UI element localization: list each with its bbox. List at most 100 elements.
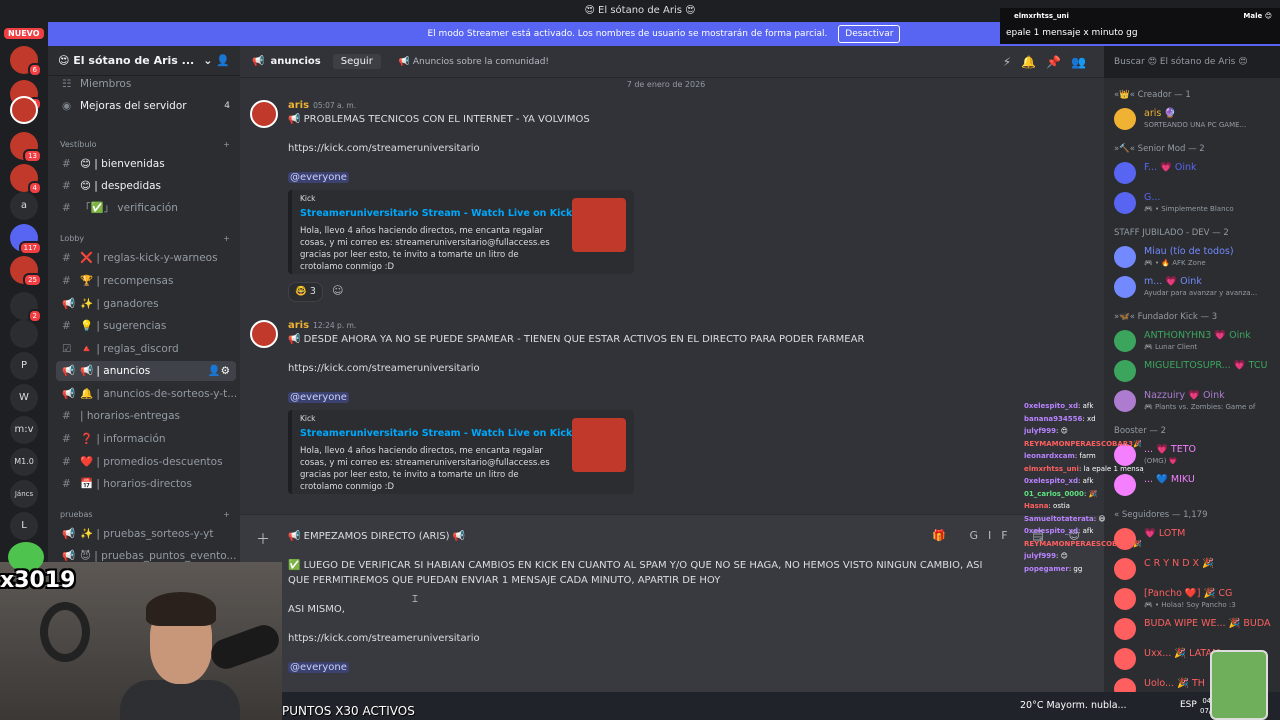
everyone-mention[interactable]: @everyone: [288, 662, 349, 673]
sidebar-item-members[interactable]: ☷ Miembros: [56, 74, 236, 94]
composer-line[interactable]: ✅ LUEGO DE VERIFICAR SI HABIAN CAMBIOS E…: [288, 560, 982, 571]
avatar[interactable]: [1114, 648, 1136, 670]
avatar[interactable]: [1114, 108, 1136, 130]
server-icon[interactable]: 117: [10, 224, 42, 255]
reaction-button[interactable]: 🤓 3: [288, 282, 323, 302]
sidebar-item-anuncios[interactable]: 📢 📢 | anuncios 👤⚙: [56, 361, 236, 381]
sidebar-item-promedios[interactable]: # ❤️ | promedios-descuentos: [56, 452, 236, 472]
sidebar-item-label: 💡 | sugerencias: [80, 320, 167, 332]
sidebar-item-horarios-directos[interactable]: # 📅 | horarios-directos: [56, 474, 236, 494]
server-header[interactable]: 😍 El sótano de Aris ... ⌄ 👤: [48, 46, 240, 76]
sidebar-item-bienvenidas[interactable]: # 😊 | bienvenidas: [56, 154, 236, 174]
streamer-mode-text: El modo Streamer está activado. Los nomb…: [427, 29, 828, 39]
deactivate-streamer-button[interactable]: Desactivar: [838, 25, 901, 43]
server-icon[interactable]: a: [10, 192, 38, 220]
server-icon[interactable]: m:v: [10, 416, 38, 444]
message-link[interactable]: https://kick.com/streameruniversitario: [288, 143, 480, 154]
message-link[interactable]: https://kick.com/streameruniversitario: [288, 363, 480, 374]
add-channel-icon[interactable]: +: [223, 510, 230, 519]
mention-badge: 13: [23, 149, 42, 163]
announcement-icon: 📢: [62, 528, 76, 540]
server-icon[interactable]: 4: [10, 164, 42, 195]
avatar[interactable]: [1114, 360, 1136, 382]
server-icon[interactable]: P: [10, 352, 38, 380]
announcement-icon: 📢: [62, 298, 76, 310]
server-icon[interactable]: M1.0: [10, 448, 38, 476]
sidebar-item-horarios-entregas[interactable]: # | horarios-entregas: [56, 406, 236, 426]
add-channel-icon[interactable]: +: [223, 234, 230, 243]
message-composer[interactable]: ＋ 📢 EMPEZAMOS DIRECTO (ARIS) 📢 ✅ LUEGO D…: [240, 514, 1104, 692]
server-icon[interactable]: W: [10, 384, 38, 412]
avatar[interactable]: [250, 320, 278, 348]
settings-icon[interactable]: 👤⚙: [208, 361, 231, 381]
member-item[interactable]: ANTHONYHN3 💗 Oink 🎮 Lunar Client: [1114, 328, 1276, 356]
sidebar-item-recompensas[interactable]: # 🏆 | recompensas: [56, 271, 236, 291]
embed-thumbnail[interactable]: [572, 418, 626, 472]
sidebar-item-label: Miembros: [80, 78, 132, 90]
member-item[interactable]: Miau (tío de todos) 🎮 • 🔥 AFK Zone: [1114, 244, 1276, 272]
server-icon[interactable]: 13: [10, 132, 42, 163]
member-item[interactable]: G... 🎮 • Simplemente Blanco: [1114, 190, 1276, 218]
avatar[interactable]: [1114, 246, 1136, 268]
sidebar-item-anuncios-sorteos[interactable]: 📢 🔔 | anuncios-de-sorteos-y-t...: [56, 384, 236, 404]
sidebar-item-boosts[interactable]: ◉ Mejoras del servidor 4: [56, 96, 236, 116]
member-item[interactable]: aris 🔮 SORTEANDO UNA PC GAME...: [1114, 106, 1276, 134]
announcement-icon: 📢: [62, 388, 76, 400]
add-channel-icon[interactable]: +: [223, 140, 230, 149]
author-name[interactable]: aris: [288, 320, 309, 331]
add-reaction-icon[interactable]: ☺: [332, 282, 343, 302]
member-item[interactable]: m... 💗 Oink Ayudar para avanzar y avanza.…: [1114, 274, 1276, 302]
language-indicator[interactable]: ESP: [1180, 700, 1197, 710]
avatar[interactable]: [1114, 330, 1136, 352]
sidebar-item-despedidas[interactable]: # 😊 | despedidas: [56, 176, 236, 196]
member-item[interactable]: F... 💗 Oink: [1114, 160, 1276, 188]
server-icon[interactable]: L: [10, 512, 38, 540]
chat-line: REYMAMONPERAESCOBAR3🎉: [1024, 438, 1144, 451]
category-vestibulo[interactable]: Vestíbulo +: [60, 140, 230, 149]
search-input[interactable]: Buscar 😍 El sótano de Aris 😍: [1108, 52, 1276, 72]
composer-line[interactable]: 📢 EMPEZAMOS DIRECTO (ARIS) 📢: [288, 531, 465, 542]
rules-icon: ☑: [62, 343, 72, 355]
author-name[interactable]: aris: [288, 100, 309, 111]
folder-icon[interactable]: [10, 320, 38, 348]
chat-text: : gg: [1068, 564, 1083, 573]
sidebar-item-sugerencias[interactable]: # 💡 | sugerencias: [56, 316, 236, 336]
embed-thumbnail[interactable]: [572, 198, 626, 252]
everyone-mention[interactable]: @everyone: [288, 392, 349, 403]
member-name: BUDA WIPE WE... 🎉 BUDA: [1144, 618, 1271, 629]
follow-button[interactable]: Seguir: [332, 54, 381, 69]
server-icon[interactable]: Jáncs: [10, 480, 38, 508]
composer-line[interactable]: ASI MISMO,: [288, 604, 345, 615]
weather-widget[interactable]: 20°C Mayorm. nubla...: [1020, 700, 1127, 711]
member-item[interactable]: MIGUELITOSUPR... 💗 TCU: [1114, 358, 1276, 386]
category-label: pruebas: [60, 510, 93, 519]
member-group-title: STAFF JUBILADO - DEV — 2: [1114, 228, 1229, 238]
sidebar-item-informacion[interactable]: # ❓ | información: [56, 429, 236, 449]
member-item[interactable]: BUDA WIPE WE... 🎉 BUDA: [1114, 616, 1276, 644]
header-toolbar-icons[interactable]: ⚡🔔📌👥: [1003, 55, 1096, 69]
avatar[interactable]: [1114, 276, 1136, 298]
streamer-body: [120, 680, 240, 720]
attach-plus-icon[interactable]: ＋: [256, 529, 270, 549]
sidebar-item-verificacion[interactable]: # 「✅」 verificación: [56, 198, 236, 218]
message-author[interactable]: aris 12:24 p. m.: [288, 320, 356, 331]
everyone-mention[interactable]: @everyone: [288, 172, 349, 183]
category-pruebas[interactable]: pruebas +: [60, 510, 230, 519]
message-author[interactable]: aris 05:07 a. m.: [288, 100, 356, 111]
sidebar-item-pruebas-sorteos[interactable]: 📢 ✨ | pruebas_sorteos-y-yt: [56, 524, 236, 544]
server-icon[interactable]: 2: [10, 292, 42, 323]
composer-link[interactable]: https://kick.com/streameruniversitario: [288, 633, 480, 644]
server-icon[interactable]: 25: [10, 256, 42, 287]
avatar[interactable]: [1114, 618, 1136, 640]
category-lobby[interactable]: Lobby +: [60, 234, 230, 243]
avatar[interactable]: [1114, 192, 1136, 214]
avatar[interactable]: [1114, 162, 1136, 184]
sidebar-item-reglas-discord[interactable]: ☑ 🔺 | reglas_discord: [56, 339, 236, 359]
avatar[interactable]: [250, 100, 278, 128]
sidebar-item-ganadores[interactable]: 📢 ✨ | ganadores: [56, 294, 236, 314]
chat-text: : la epale 1 mensaje x minuto gg: [1078, 464, 1144, 473]
server-icon[interactable]: 6: [10, 46, 42, 77]
composer-line[interactable]: QUE PERMITIREMOS QUE PUEDAN ENVIAR 1 MEN…: [288, 575, 720, 586]
sidebar-item-reglas-kick[interactable]: # ❌ | reglas-kick-y-warneos: [56, 248, 236, 268]
server-icon-active[interactable]: [10, 96, 38, 124]
